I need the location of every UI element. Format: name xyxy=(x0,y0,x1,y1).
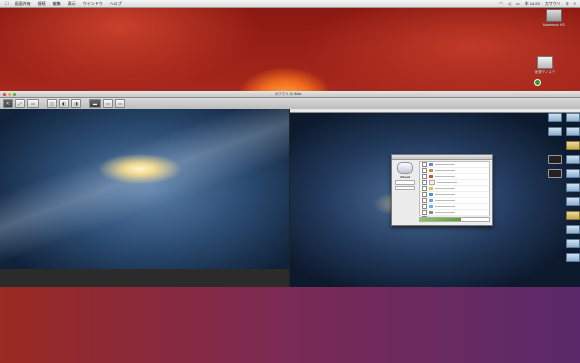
contacts-icon xyxy=(428,169,433,172)
menu-item-help[interactable]: ヘルプ xyxy=(110,1,122,7)
remote-drive-icon[interactable] xyxy=(548,127,562,136)
checkbox[interactable] xyxy=(422,174,427,179)
disk-image-icon[interactable]: 仮想ディスク xyxy=(530,56,560,74)
minimize-icon[interactable] xyxy=(8,92,11,96)
notification-center-icon[interactable]: ≡ xyxy=(574,1,576,6)
remote-drive-icon[interactable] xyxy=(566,253,580,262)
safari-icon xyxy=(428,193,433,196)
menu-item-edit[interactable]: 編集 xyxy=(53,1,61,7)
remote-display-icon[interactable] xyxy=(548,155,562,164)
remote-folder-icon[interactable] xyxy=(566,211,580,220)
macintosh-hd-label: Macintosh HD xyxy=(543,23,565,27)
volume-icon[interactable]: ◁ xyxy=(508,1,511,6)
window-controls xyxy=(0,92,16,96)
storage-bar xyxy=(419,217,490,222)
remote-drive-icon[interactable] xyxy=(566,169,580,178)
display-1-button[interactable]: ▬ xyxy=(89,99,101,108)
remote-drive-icon[interactable] xyxy=(548,113,562,122)
desktop-wallpaper-bottom xyxy=(0,287,580,363)
remote-drive-icon[interactable] xyxy=(566,127,580,136)
capture-button[interactable]: ▭ xyxy=(27,99,39,108)
checkbox[interactable] xyxy=(422,210,427,215)
remote-dock-shelf xyxy=(0,269,289,287)
documents-icon xyxy=(428,205,433,208)
service-label-bar xyxy=(434,187,455,190)
icloud-preferences-window: iCloud xyxy=(391,154,493,226)
observe-button[interactable]: ◫ xyxy=(47,99,57,108)
remote-drive-icon[interactable] xyxy=(566,225,580,234)
reminders-icon xyxy=(428,180,435,185)
icloud-account-panel: iCloud xyxy=(394,161,416,190)
green-status-badge-icon xyxy=(534,79,541,86)
battery-icon[interactable]: ▭ xyxy=(516,1,520,6)
macintosh-hd-icon[interactable]: Macintosh HD xyxy=(539,9,569,27)
checkbox[interactable] xyxy=(422,180,427,185)
menubar-user[interactable]: カワウソ xyxy=(545,1,561,7)
service-label-bar xyxy=(434,205,455,208)
remote-drive-icon[interactable] xyxy=(566,113,580,122)
checkbox[interactable] xyxy=(422,204,427,209)
service-label-bar xyxy=(436,181,457,184)
window-titlebar[interactable]: カワウソ の iMac xyxy=(0,91,580,98)
screen-sharing-window: カワウソ の iMac ⇱ ⤢ ▭ ◫ ◧ ◨ ▬ ▭ ▭ iCloud xyxy=(0,91,580,287)
apple-menu-icon[interactable]:  xyxy=(5,1,9,7)
scale-mode-button[interactable]: ⤢ xyxy=(15,99,25,108)
menu-item-app[interactable]: 画面共有 xyxy=(15,1,31,7)
icloud-label: iCloud xyxy=(400,175,410,179)
icloud-services-list xyxy=(419,161,490,222)
close-icon[interactable] xyxy=(3,92,6,96)
desktop-wallpaper-top xyxy=(0,7,580,92)
menu-item-connect[interactable]: 接続 xyxy=(38,1,46,7)
calendar-icon xyxy=(428,175,433,178)
remote-drive-icon[interactable] xyxy=(566,239,580,248)
checkbox[interactable] xyxy=(422,192,427,197)
clipboard-button[interactable]: ◧ xyxy=(59,99,69,108)
prefs-titlebar[interactable] xyxy=(392,155,492,160)
notes-icon xyxy=(428,187,433,190)
wifi-icon[interactable]: ◠ xyxy=(499,1,503,6)
back-to-my-mac-icon xyxy=(428,211,433,214)
menubar:  画面共有 接続 編集 表示 ウインドウ ヘルプ ◠ ◁ ▭ 木 14:23 … xyxy=(0,0,580,8)
mail-icon xyxy=(428,163,433,166)
checkbox[interactable] xyxy=(422,162,427,167)
service-label-bar xyxy=(434,169,455,172)
menu-item-window[interactable]: ウインドウ xyxy=(83,1,103,7)
control-mode-button[interactable]: ⇱ xyxy=(3,99,13,108)
menu-item-view[interactable]: 表示 xyxy=(68,1,76,7)
display-2-button[interactable]: ▭ xyxy=(103,99,113,108)
icloud-icon xyxy=(397,162,413,174)
remote-drive-icon[interactable] xyxy=(566,183,580,192)
window-title: カワウソ の iMac xyxy=(274,92,302,96)
account-details-button[interactable] xyxy=(395,180,415,185)
checkbox[interactable] xyxy=(422,168,427,173)
remote-menubar xyxy=(290,109,580,113)
checkbox[interactable] xyxy=(422,198,427,203)
remote-drive-icon[interactable] xyxy=(566,197,580,206)
disk-image-label: 仮想ディスク xyxy=(534,70,556,74)
spotlight-icon[interactable]: ⚲ xyxy=(566,1,569,6)
service-label-bar xyxy=(434,175,455,178)
remote-display-right[interactable]: iCloud xyxy=(289,109,580,287)
service-label-bar xyxy=(434,211,455,214)
remote-display-left[interactable] xyxy=(0,109,289,287)
hard-drive-icon xyxy=(546,9,562,22)
remote-display-icon[interactable] xyxy=(548,169,562,178)
menubar-status-area: ◠ ◁ ▭ 木 14:23 カワウソ ⚲ ≡ xyxy=(499,1,580,7)
photo-stream-icon xyxy=(428,199,433,202)
service-label-bar xyxy=(434,199,455,202)
share-button[interactable]: ◨ xyxy=(71,99,81,108)
display-3-button[interactable]: ▭ xyxy=(115,99,125,108)
disk-icon xyxy=(537,56,553,69)
storage-bar-fill xyxy=(420,218,462,221)
sign-out-button[interactable] xyxy=(395,185,415,190)
remote-folder-icon[interactable] xyxy=(566,141,580,150)
service-label-bar xyxy=(434,193,455,196)
menubar-clock[interactable]: 木 14:23 xyxy=(525,1,540,7)
checkbox[interactable] xyxy=(422,186,427,191)
service-label-bar xyxy=(434,163,455,166)
remote-drive-icon[interactable] xyxy=(566,155,580,164)
